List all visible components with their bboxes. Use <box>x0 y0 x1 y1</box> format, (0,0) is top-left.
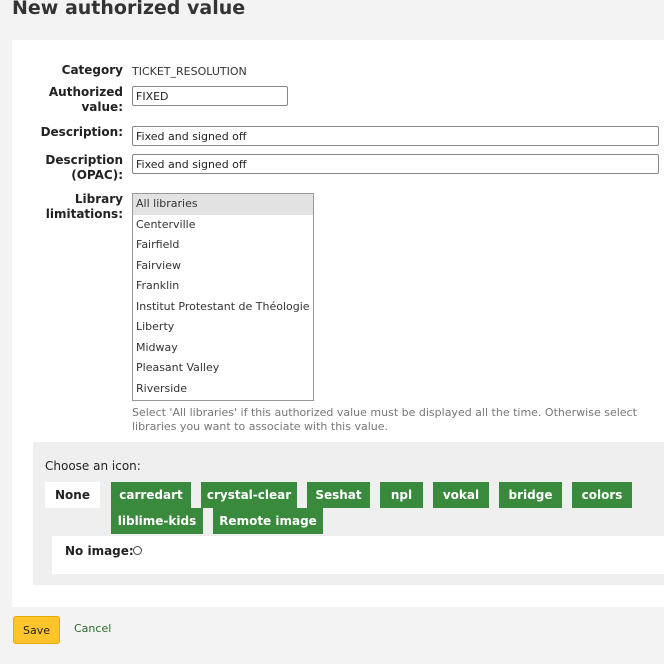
authorized-value-label: Authorized value: <box>49 85 123 115</box>
description-opac-label-line2: (OPAC): <box>71 168 123 182</box>
library-option[interactable]: Fairfield <box>133 235 313 256</box>
library-option[interactable]: Pleasant Valley <box>133 358 313 379</box>
icon-tab-none[interactable]: None <box>45 482 100 508</box>
library-hint: Select 'All libraries' if this authorize… <box>132 406 637 433</box>
library-limitations-label-line2: limitations: <box>45 207 123 221</box>
no-image-panel <box>52 536 664 574</box>
icon-tab-npl[interactable]: npl <box>380 482 423 508</box>
authorized-value-input[interactable] <box>132 86 288 106</box>
cancel-link[interactable]: Cancel <box>74 622 111 635</box>
library-listbox[interactable]: All libraries Centerville Fairfield Fair… <box>132 193 314 401</box>
icon-tab-vokal[interactable]: vokal <box>433 482 489 508</box>
icon-tab-bridge[interactable]: bridge <box>499 482 562 508</box>
description-input[interactable] <box>132 126 659 146</box>
description-opac-label: Description (OPAC): <box>45 153 123 183</box>
library-limitations-label-line1: Library <box>74 192 123 206</box>
library-option[interactable]: Liberty <box>133 317 313 338</box>
icon-chooser-title: Choose an icon: <box>45 459 141 473</box>
description-label: Description: <box>40 125 123 139</box>
library-option[interactable]: Riverside <box>133 379 313 400</box>
description-opac-input[interactable] <box>132 154 659 174</box>
icon-tab-liblime-kids[interactable]: liblime-kids <box>111 508 203 534</box>
save-button[interactable]: Save <box>13 616 60 644</box>
library-option[interactable]: Institut Protestant de Théologie <box>133 297 313 318</box>
authorized-value-label-line2: value: <box>81 100 123 114</box>
page-title: New authorized value <box>12 0 246 19</box>
category-value: TICKET_RESOLUTION <box>132 65 247 78</box>
no-image-radio[interactable] <box>133 546 142 555</box>
no-image-label: No image: <box>65 544 134 558</box>
library-option[interactable]: Franklin <box>133 276 313 297</box>
icon-tab-crystal-clear[interactable]: crystal-clear <box>201 482 297 508</box>
category-label: Category <box>61 63 123 77</box>
description-opac-label-line1: Description <box>45 153 123 167</box>
authorized-value-label-line1: Authorized <box>48 85 123 99</box>
icon-tab-carredart[interactable]: carredart <box>111 482 191 508</box>
library-limitations-label: Library limitations: <box>46 192 123 222</box>
icon-tab-remote-image[interactable]: Remote image <box>213 508 323 534</box>
icon-tab-colors[interactable]: colors <box>572 482 632 508</box>
library-option[interactable]: Centerville <box>133 215 313 236</box>
icon-tab-seshat[interactable]: Seshat <box>307 482 370 508</box>
library-option[interactable]: Midway <box>133 338 313 359</box>
library-option[interactable]: Fairview <box>133 256 313 277</box>
library-option[interactable]: All libraries <box>133 194 313 215</box>
